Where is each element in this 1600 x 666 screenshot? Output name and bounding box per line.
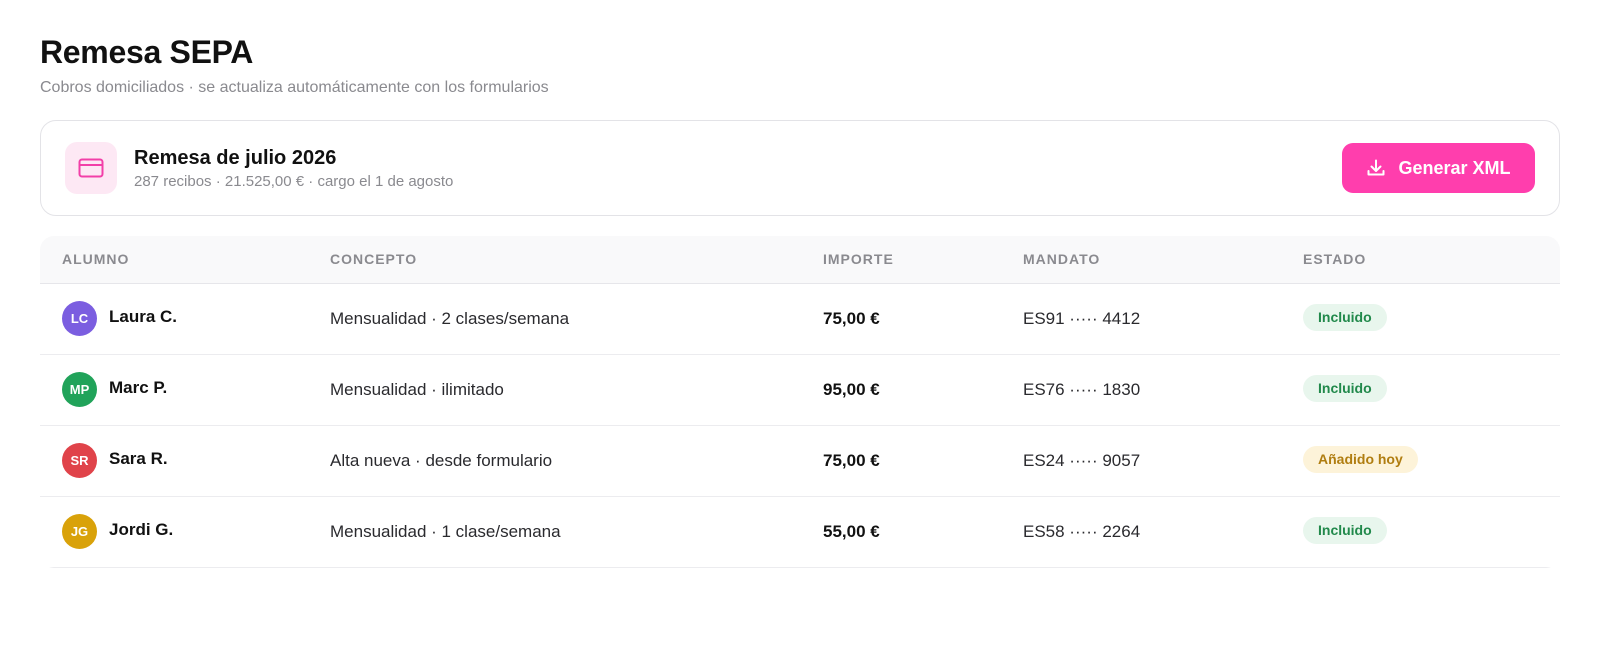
- status-badge: Incluido: [1303, 304, 1387, 331]
- status-badge: Añadido hoy: [1303, 446, 1418, 473]
- status-cell: Incluido: [1303, 283, 1560, 354]
- student-cell: JG Jordi G.: [40, 496, 330, 567]
- avatar: MP: [62, 372, 97, 407]
- summary-text: Remesa de julio 2026 287 recibos · 21.52…: [134, 146, 1342, 191]
- student-cell: SR Sara R.: [40, 425, 330, 496]
- column-header-amount[interactable]: IMPORTE: [823, 236, 1023, 284]
- table-header-row: ALUMNO CONCEPTO IMPORTE MANDATO ESTADO: [40, 236, 1560, 284]
- page-subtitle: Cobros domiciliados · se actualiza autom…: [40, 79, 549, 96]
- student-name[interactable]: Marc P.: [109, 378, 167, 398]
- status-cell: Incluido: [1303, 496, 1560, 567]
- page-title: Remesa SEPA: [40, 34, 254, 70]
- page: Remesa SEPA Cobros domiciliados · se act…: [0, 0, 1600, 568]
- student-name[interactable]: Jordi G.: [109, 520, 173, 540]
- amount-cell: 75,00 €: [823, 308, 880, 328]
- remittance-meta: 287 recibos · 21.525,00 € · cargo el 1 d…: [134, 172, 454, 190]
- student-cell: MP Marc P.: [40, 354, 330, 425]
- student-cell: LC Laura C.: [40, 283, 330, 354]
- mandate-cell: ES24 ····· 9057: [1023, 450, 1141, 470]
- column-header-concept[interactable]: CONCEPTO: [330, 236, 823, 284]
- column-header-mandate[interactable]: MANDATO: [1023, 236, 1303, 284]
- table-row[interactable]: SR Sara R. Alta nueva · desde formulario…: [40, 425, 1560, 496]
- credit-card-icon: [65, 142, 117, 194]
- column-header-status[interactable]: ESTADO: [1303, 236, 1560, 284]
- column-header-student[interactable]: ALUMNO: [40, 236, 330, 284]
- amount-cell: 75,00 €: [823, 450, 880, 470]
- student-name[interactable]: Laura C.: [109, 307, 177, 327]
- status-badge: Incluido: [1303, 517, 1387, 544]
- avatar: LC: [62, 301, 97, 336]
- status-cell: Añadido hoy: [1303, 425, 1560, 496]
- status-badge: Incluido: [1303, 375, 1387, 402]
- avatar: SR: [62, 443, 97, 478]
- status-cell: Incluido: [1303, 354, 1560, 425]
- table-row[interactable]: JG Jordi G. Mensualidad · 1 clase/semana…: [40, 496, 1560, 567]
- avatar: JG: [62, 514, 97, 549]
- student-name[interactable]: Sara R.: [109, 449, 168, 469]
- concept-cell: Mensualidad · ilimitado: [330, 379, 504, 399]
- remittance-title: Remesa de julio 2026: [134, 146, 337, 169]
- generate-xml-button[interactable]: Generar XML: [1342, 143, 1535, 193]
- table-row[interactable]: MP Marc P. Mensualidad · ilimitado 95,00…: [40, 354, 1560, 425]
- amount-cell: 55,00 €: [823, 521, 880, 541]
- table-body: LC Laura C. Mensualidad · 2 clases/seman…: [40, 283, 1560, 567]
- mandate-cell: ES76 ····· 1830: [1023, 379, 1141, 399]
- table-row[interactable]: LC Laura C. Mensualidad · 2 clases/seman…: [40, 283, 1560, 354]
- remittance-summary-card: Remesa de julio 2026 287 recibos · 21.52…: [40, 120, 1560, 216]
- generate-xml-label: Generar XML: [1398, 157, 1511, 178]
- receipts-table: ALUMNO CONCEPTO IMPORTE MANDATO ESTADO L…: [40, 236, 1560, 568]
- mandate-cell: ES58 ····· 2264: [1023, 521, 1141, 541]
- receipts-table-wrapper: ALUMNO CONCEPTO IMPORTE MANDATO ESTADO L…: [40, 236, 1560, 568]
- concept-cell: Mensualidad · 2 clases/semana: [330, 308, 570, 328]
- mandate-cell: ES91 ····· 4412: [1023, 308, 1141, 328]
- concept-cell: Alta nueva · desde formulario: [330, 450, 553, 470]
- download-icon: [1366, 158, 1386, 178]
- amount-cell: 95,00 €: [823, 379, 880, 399]
- concept-cell: Mensualidad · 1 clase/semana: [330, 521, 561, 541]
